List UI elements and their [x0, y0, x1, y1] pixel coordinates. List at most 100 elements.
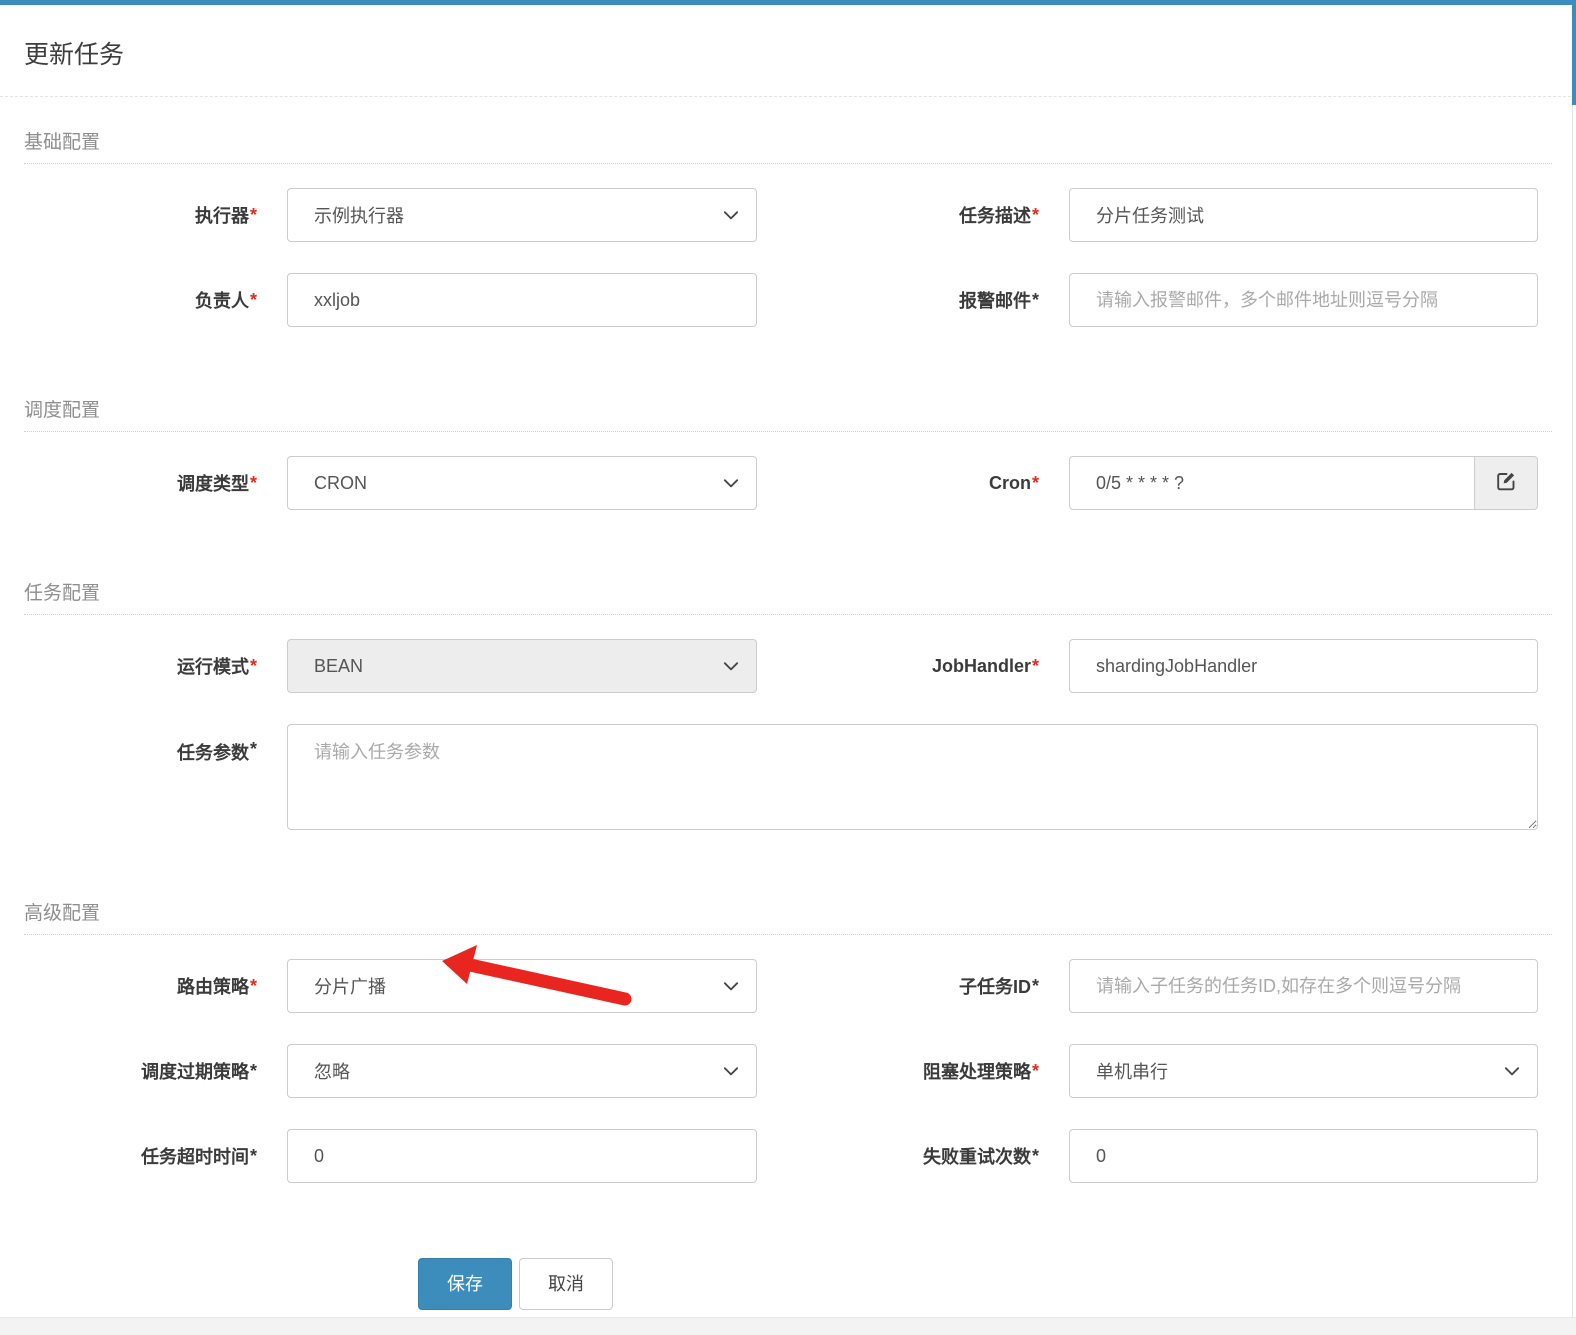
timeout-control [287, 1129, 757, 1183]
fail-retry-control [1069, 1129, 1538, 1183]
modal-header: 更新任务 [0, 0, 1576, 97]
form-row: 调度类型 * CRON Cron * [24, 456, 1552, 510]
child-job-id-input[interactable] [1069, 959, 1538, 1013]
section-advanced-body: 路由策略 * 分片广播 子任务ID * 请输入子任务的任务ID,如存在多个则逗号… [24, 935, 1552, 1183]
job-desc-label: 任务描述 * [958, 204, 1039, 227]
cron-input-group [1069, 456, 1538, 510]
section-task: 任务配置 运行模式 * BEAN JobHandler * shardingJo… [24, 578, 1552, 830]
block-strategy-control: 单机串行 [1069, 1044, 1538, 1098]
timeout-input[interactable] [287, 1129, 757, 1183]
fail-retry-label: 失败重试次数 * [922, 1145, 1039, 1168]
author-control [287, 273, 757, 327]
section-schedule-body: 调度类型 * CRON Cron * [24, 432, 1552, 510]
executor-label: 执行器 * [194, 204, 257, 227]
executor-select-value: 示例执行器 [314, 206, 404, 226]
form-row: 运行模式 * BEAN JobHandler * [24, 639, 1552, 693]
glue-type-label: 运行模式 * [176, 655, 257, 678]
executor-control: 示例执行器 [287, 188, 757, 242]
chevron-down-icon [1503, 1062, 1521, 1080]
asterisk: * [249, 1145, 257, 1166]
section-schedule: 调度配置 调度类型 * CRON Cron * 0/5 * * * * ? [24, 395, 1552, 510]
glue-type-select-value: BEAN [314, 655, 364, 676]
form-row: 路由策略 * 分片广播 子任务ID * [24, 959, 1552, 1013]
asterisk: * [249, 739, 257, 759]
author-label: 负责人 * [194, 289, 257, 312]
page-title: 更新任务 [24, 41, 125, 69]
form-row: 负责人* 报警邮件* [24, 273, 1552, 327]
required-asterisk: * [1031, 472, 1039, 493]
author-input[interactable] [287, 273, 757, 327]
job-param-textarea[interactable] [287, 724, 1538, 830]
required-asterisk: * [249, 975, 257, 996]
form-row: 任务超时时间* 失败重试次数* [24, 1129, 1552, 1183]
top-accent-bar [0, 0, 1576, 5]
section-task-title: 任务配置 [24, 578, 1552, 615]
child-job-id-label: 子任务ID * [958, 975, 1039, 998]
glue-type-control: BEAN [287, 639, 757, 693]
form-row: 执行器 * 示例执行器 任务描述 * [24, 188, 1552, 242]
route-strategy-label: 路由策略 * [176, 975, 257, 998]
block-strategy-label: 阻塞处理策略 * [922, 1060, 1039, 1083]
block-strategy-select-value: 单机串行 [1096, 1062, 1168, 1082]
asterisk: * [1031, 289, 1039, 310]
schedule-type-select-value: CRON [314, 472, 367, 493]
form-row: 调度过期策略 * 忽略 阻塞处理策略 * 单机串行 [24, 1044, 1552, 1098]
chevron-down-icon [722, 474, 740, 492]
section-basic-body: 执行器 * 示例执行器 任务描述 * 分片任务测试 负责人 * xxljob 报… [24, 164, 1552, 327]
alarm-email-label: 报警邮件 * [958, 289, 1039, 312]
chevron-down-icon [722, 206, 740, 224]
job-handler-control [1069, 639, 1538, 693]
child-job-id-control [1069, 959, 1538, 1013]
required-asterisk: * [249, 289, 257, 310]
chevron-down-icon [722, 1062, 740, 1080]
route-strategy-control: 分片广播 [287, 959, 757, 1013]
fail-retry-input[interactable] [1069, 1129, 1538, 1183]
asterisk: * [1031, 975, 1039, 996]
misfire-strategy-select-value: 忽略 [314, 1062, 350, 1082]
required-asterisk: * [249, 655, 257, 676]
misfire-strategy-control: 忽略 [287, 1044, 757, 1098]
misfire-strategy-label: 调度过期策略 * [140, 1060, 257, 1083]
job-param-label: 任务参数 * [176, 739, 257, 763]
required-asterisk: * [1031, 204, 1039, 225]
scrollbar-thumb[interactable] [1572, 0, 1576, 105]
section-task-body: 运行模式 * BEAN JobHandler * shardingJobHand… [24, 615, 1552, 830]
job-handler-label: JobHandler * [931, 655, 1039, 676]
timeout-label: 任务超时时间 * [140, 1145, 257, 1168]
form-content: 基础配置 执行器 * 示例执行器 任务描述 * 分片任务测试 负责人 * xxl… [0, 127, 1576, 1335]
job-desc-control [1069, 188, 1538, 242]
job-handler-input[interactable] [1069, 639, 1538, 693]
route-strategy-select[interactable]: 分片广播 [287, 959, 757, 1013]
section-advanced: 高级配置 路由策略 * 分片广播 子任务ID * 请输入子任务的任务ID,如存在… [24, 898, 1552, 1183]
cron-input[interactable] [1069, 456, 1475, 510]
required-asterisk: * [1031, 1060, 1039, 1081]
schedule-type-select[interactable]: CRON [287, 456, 757, 510]
page-background-strip [0, 1317, 1576, 1335]
alarm-email-input[interactable] [1069, 273, 1538, 327]
route-strategy-select-value: 分片广播 [314, 977, 386, 997]
section-basic-title: 基础配置 [24, 127, 1552, 164]
schedule-type-label: 调度类型 * [176, 472, 257, 495]
update-task-modal: 更新任务 基础配置 执行器 * 示例执行器 任务描述 * 分片任务测试 负责人 … [0, 0, 1576, 1335]
chevron-down-icon [722, 657, 740, 675]
schedule-type-control: CRON [287, 456, 757, 510]
modal-right-border [1572, 0, 1573, 1318]
job-desc-input[interactable] [1069, 188, 1538, 242]
executor-select[interactable]: 示例执行器 [287, 188, 757, 242]
section-advanced-title: 高级配置 [24, 898, 1552, 935]
chevron-down-icon [722, 977, 740, 995]
cron-control [1069, 456, 1538, 510]
required-asterisk: * [249, 472, 257, 493]
cron-label: Cron * [988, 472, 1039, 493]
section-basic: 基础配置 执行器 * 示例执行器 任务描述 * 分片任务测试 负责人 * xxl… [24, 127, 1552, 327]
edit-icon [1494, 469, 1518, 498]
save-button[interactable]: 保存 [418, 1258, 512, 1310]
form-row: 任务参数 * [24, 724, 1552, 830]
section-schedule-title: 调度配置 [24, 395, 1552, 432]
required-asterisk: * [249, 204, 257, 225]
misfire-strategy-select[interactable]: 忽略 [287, 1044, 757, 1098]
block-strategy-select[interactable]: 单机串行 [1069, 1044, 1538, 1098]
cancel-button[interactable]: 取消 [519, 1258, 613, 1310]
cron-edit-button[interactable] [1474, 456, 1538, 510]
alarm-email-control [1069, 273, 1538, 327]
